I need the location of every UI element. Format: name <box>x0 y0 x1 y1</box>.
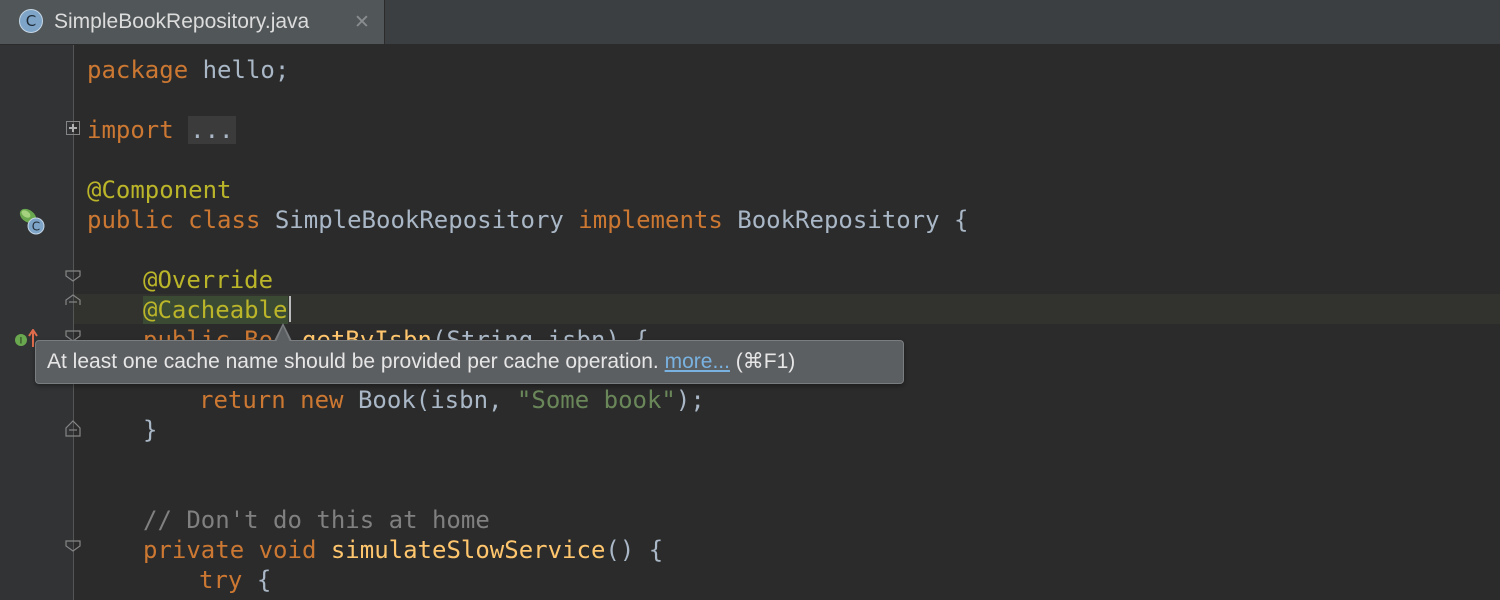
editor-tab-bar: C SimpleBookRepository.java ✕ <box>0 0 1500 45</box>
java-class-icon: C <box>19 9 43 33</box>
code-editor[interactable]: package hello; import ... @Component pub… <box>87 45 1500 600</box>
fold-start-icon[interactable] <box>64 538 84 558</box>
code-line-try: try { <box>199 566 272 594</box>
inspection-tooltip: At least one cache name should be provid… <box>35 340 904 384</box>
code-line-cacheable: @Cacheable <box>143 295 291 325</box>
tab-simple-book-repository[interactable]: C SimpleBookRepository.java ✕ <box>0 0 385 44</box>
tooltip-shortcut: (⌘F1) <box>735 350 796 373</box>
svg-text:C: C <box>32 220 40 234</box>
expand-fold-icon[interactable] <box>66 121 80 135</box>
tooltip-message: At least one cache name should be provid… <box>47 350 659 373</box>
code-line-override: @Override <box>143 266 274 294</box>
code-line-comment: // Don't do this at home <box>143 506 490 534</box>
code-line-component: @Component <box>87 176 232 204</box>
text-caret <box>288 296 291 322</box>
code-line-class-decl: public class SimpleBookRepository implem… <box>87 206 969 234</box>
fold-end-icon <box>65 420 81 437</box>
tab-filename: SimpleBookRepository.java <box>54 10 310 33</box>
code-line-return: return new Book(isbn, "Some book"); <box>199 386 705 414</box>
folded-imports[interactable]: ... <box>188 116 236 144</box>
svg-text:I: I <box>20 337 23 347</box>
code-line-close-brace: } <box>143 416 158 444</box>
fold-start-icon <box>65 270 81 282</box>
fold-end-icon <box>65 294 81 305</box>
code-line-simulate-decl: private void simulateSlowService() { <box>143 536 664 564</box>
code-line-package: package hello; <box>87 56 290 84</box>
close-icon[interactable]: ✕ <box>354 10 370 34</box>
tooltip-more-link[interactable]: more... <box>665 350 730 373</box>
code-line-import: import ... <box>87 116 236 144</box>
editor-gutter[interactable] <box>0 45 74 600</box>
spring-bean-class-icon[interactable]: C <box>16 205 46 235</box>
tooltip-pointer-fill <box>276 326 290 342</box>
